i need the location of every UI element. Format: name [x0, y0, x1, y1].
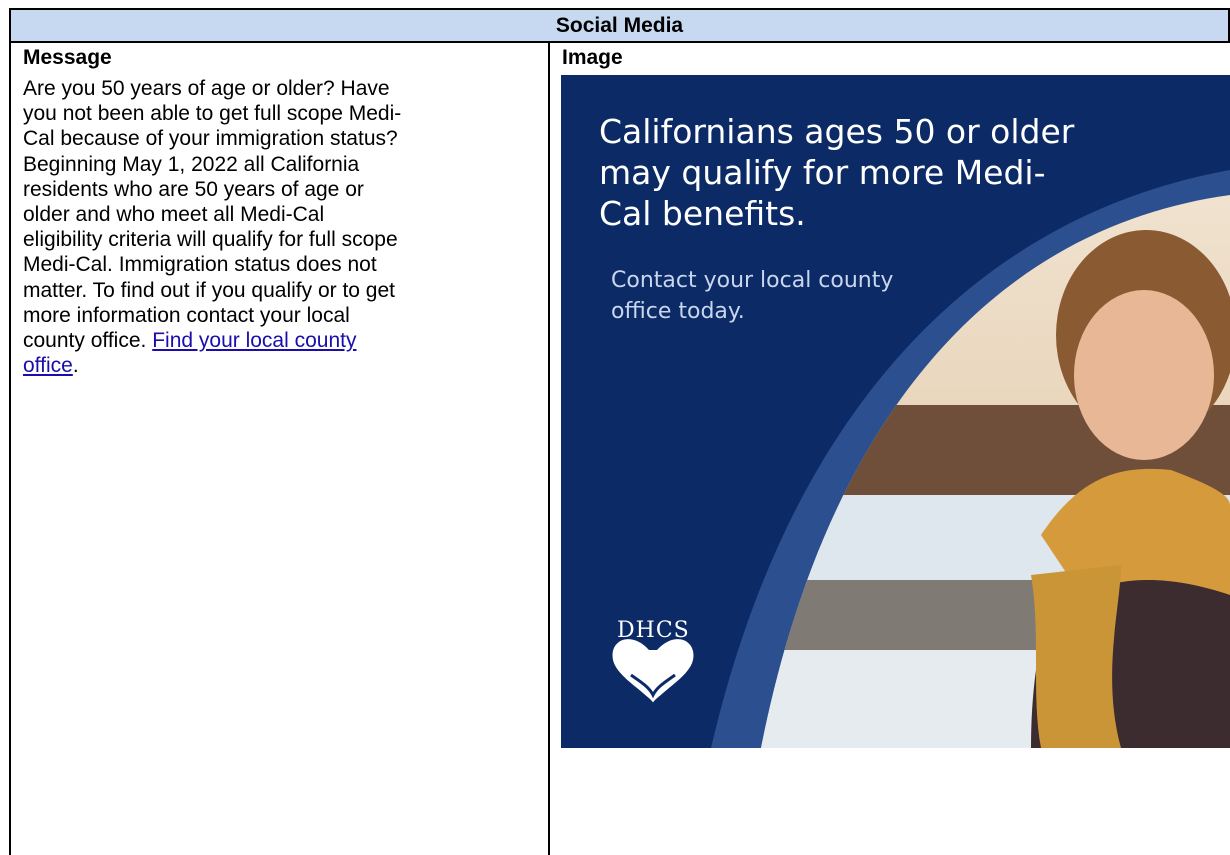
dhcs-logo: DHCS — [617, 618, 690, 643]
column-header-message: Message — [23, 46, 112, 69]
promo-subtext: Contact your local county office today. — [611, 268, 894, 324]
promo-headline: Californians ages 50 or older may qualif… — [599, 112, 1075, 233]
message-paragraph: Are you 50 years of age or older? Have y… — [23, 77, 402, 353]
table-title: Social Media — [9, 8, 1230, 43]
table-border-left — [9, 43, 11, 855]
message-period: . — [72, 354, 79, 378]
message-body: Are you 50 years of age or older? Have y… — [23, 76, 403, 378]
promo-image: Californians ages 50 or older may qualif… — [561, 75, 1230, 748]
table-border-middle — [548, 43, 550, 855]
column-header-image: Image — [562, 46, 623, 69]
